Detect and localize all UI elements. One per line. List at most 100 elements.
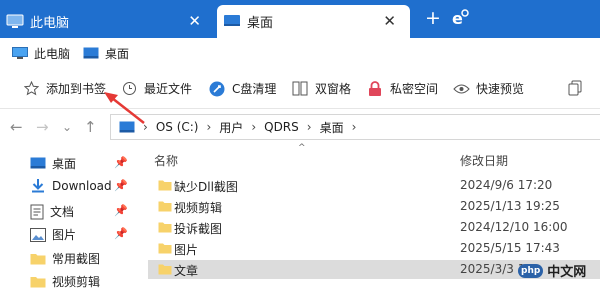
- sidebar-item-label: Download: [52, 178, 112, 193]
- c-drive-cleanup-label: C盘清理: [232, 82, 277, 96]
- bookmarks-bar: 此电脑 桌面: [0, 38, 600, 68]
- pin-icon: 📌: [114, 227, 128, 240]
- sidebar-item-documents[interactable]: 文档: [30, 203, 74, 220]
- dual-pane-button[interactable]: 双窗格: [291, 80, 351, 97]
- document-icon: [30, 204, 44, 219]
- desktop-icon: [30, 157, 46, 169]
- file-name: 图片: [174, 243, 199, 257]
- up-arrow-icon[interactable]: ↑: [84, 118, 97, 136]
- file-row[interactable]: 视频剪辑 2025/1/13 19:25: [148, 197, 600, 216]
- pin-icon: 📌: [114, 156, 128, 169]
- file-row[interactable]: 投诉截图 2024/12/10 16:00: [148, 218, 600, 237]
- watermark-logo: php: [518, 263, 544, 278]
- folder-icon: [158, 243, 172, 254]
- sidebar-item-desktop[interactable]: 桌面: [30, 155, 76, 172]
- folder-icon: [158, 264, 172, 275]
- file-modified: 2025/5/15 17:43: [460, 241, 560, 255]
- column-header-modified[interactable]: 修改日期: [460, 152, 508, 169]
- sidebar-item-video-editing[interactable]: 视频剪辑: [30, 273, 100, 290]
- file-name: 缺少Dll截图: [174, 180, 238, 194]
- sidebar-item-common-screenshots[interactable]: 常用截图: [30, 250, 100, 267]
- recent-files-button[interactable]: 最近文件: [120, 80, 192, 97]
- tab-label: 此电脑: [30, 16, 70, 31]
- sidebar-item-label: 视频剪辑: [52, 275, 101, 289]
- desktop-icon: [224, 15, 240, 26]
- file-name: 文章: [174, 264, 199, 278]
- sort-chevron-up-icon: ^: [298, 143, 306, 153]
- add-bookmark-button[interactable]: 添加到书签: [22, 80, 106, 97]
- watermark-text: 中文网: [547, 265, 587, 280]
- eye-icon: [452, 81, 470, 97]
- chevron-right-icon: ›: [206, 120, 212, 134]
- chevron-right-icon: ›: [306, 120, 312, 134]
- file-modified: 2025/3/3 1: [460, 262, 526, 276]
- c-drive-cleanup-button[interactable]: C盘清理: [208, 80, 276, 97]
- picture-icon: [30, 227, 46, 242]
- folder-icon: [158, 201, 172, 212]
- navigation-row: ← → ⌄ ↑ › OS (C:) › 用户 › QDRS › 桌面 ›: [0, 109, 600, 145]
- file-modified: 2024/12/10 16:00: [460, 220, 568, 234]
- copy-icon[interactable]: [568, 80, 582, 96]
- new-tab-button[interactable]: +: [425, 8, 441, 28]
- private-space-label: 私密空间: [390, 82, 439, 96]
- command-bar: 添加到书签 最近文件 C盘清理 双窗格 私密空间 快速预览: [0, 68, 600, 109]
- address-bar[interactable]: › OS (C:) › 用户 › QDRS › 桌面 ›: [110, 114, 600, 140]
- dual-pane-icon: [291, 81, 309, 97]
- file-modified: 2025/1/13 19:25: [460, 199, 560, 213]
- file-name: 视频剪辑: [174, 201, 223, 215]
- folder-icon: [158, 180, 172, 191]
- file-row[interactable]: 缺少Dll截图 2024/9/6 17:20: [148, 176, 600, 195]
- watermark: php 中文网: [518, 258, 600, 283]
- forward-arrow-icon[interactable]: →: [36, 118, 49, 136]
- sidebar-item-label: 图片: [52, 228, 77, 242]
- star-icon: [22, 81, 40, 97]
- desktop-icon: [119, 121, 135, 132]
- sidebar-item-label: 桌面: [52, 157, 77, 171]
- close-icon[interactable]: ✕: [188, 12, 201, 30]
- bookmark-desktop[interactable]: 桌面: [83, 45, 129, 62]
- computer-icon: [12, 47, 28, 59]
- folder-icon: [30, 277, 46, 288]
- breadcrumb-desktop[interactable]: 桌面: [320, 119, 344, 136]
- tab-desktop[interactable]: 桌面 ✕: [217, 5, 410, 38]
- sidebar-item-label: 文档: [50, 205, 75, 219]
- desktop-icon: [83, 47, 99, 59]
- folder-icon: [30, 254, 46, 265]
- bookmark-label: 此电脑: [34, 47, 71, 61]
- chevron-right-icon: ›: [351, 120, 357, 134]
- quick-preview-label: 快速预览: [476, 82, 525, 96]
- clock-icon: [120, 81, 138, 97]
- sidebar-item-download[interactable]: Download: [30, 178, 112, 193]
- rocket-icon: [208, 81, 226, 97]
- file-row[interactable]: 图片 2025/5/15 17:43: [148, 239, 600, 258]
- dual-pane-label: 双窗格: [315, 82, 352, 96]
- column-header-name[interactable]: 名称: [154, 152, 178, 169]
- pin-icon: 📌: [114, 204, 128, 217]
- sidebar-item-label: 常用截图: [52, 252, 101, 266]
- folder-icon: [158, 222, 172, 233]
- add-bookmark-label: 添加到书签: [46, 82, 107, 96]
- tab-this-pc[interactable]: 此电脑 ✕: [0, 5, 215, 38]
- recent-files-label: 最近文件: [144, 82, 193, 96]
- browser-e-icon[interactable]: e: [450, 8, 470, 28]
- bookmark-this-pc[interactable]: 此电脑: [12, 45, 70, 62]
- chevron-right-icon: ›: [143, 120, 148, 134]
- navigation-pane: 桌面 📌 Download 📌 文档 📌 图片 📌 常用截图 视频剪辑: [0, 146, 140, 289]
- close-icon[interactable]: ✕: [383, 12, 396, 30]
- lock-icon: [366, 80, 384, 97]
- file-name: 投诉截图: [174, 222, 223, 236]
- download-icon: [32, 179, 44, 193]
- quick-preview-button[interactable]: 快速预览: [452, 80, 524, 97]
- private-space-button[interactable]: 私密空间: [366, 80, 438, 97]
- breadcrumb-users[interactable]: 用户: [219, 119, 243, 136]
- tab-bar: 此电脑 ✕ 桌面 ✕ + e: [0, 0, 600, 38]
- breadcrumb-user[interactable]: QDRS: [264, 120, 299, 134]
- tab-label: 桌面: [247, 16, 274, 31]
- svg-text:e: e: [452, 9, 463, 28]
- pin-icon: 📌: [114, 179, 128, 192]
- chevron-down-icon[interactable]: ⌄: [62, 120, 72, 134]
- sidebar-item-pictures[interactable]: 图片: [30, 226, 76, 243]
- breadcrumb-drive[interactable]: OS (C:): [156, 120, 199, 134]
- back-arrow-icon[interactable]: ←: [10, 118, 23, 136]
- chevron-right-icon: ›: [251, 120, 257, 134]
